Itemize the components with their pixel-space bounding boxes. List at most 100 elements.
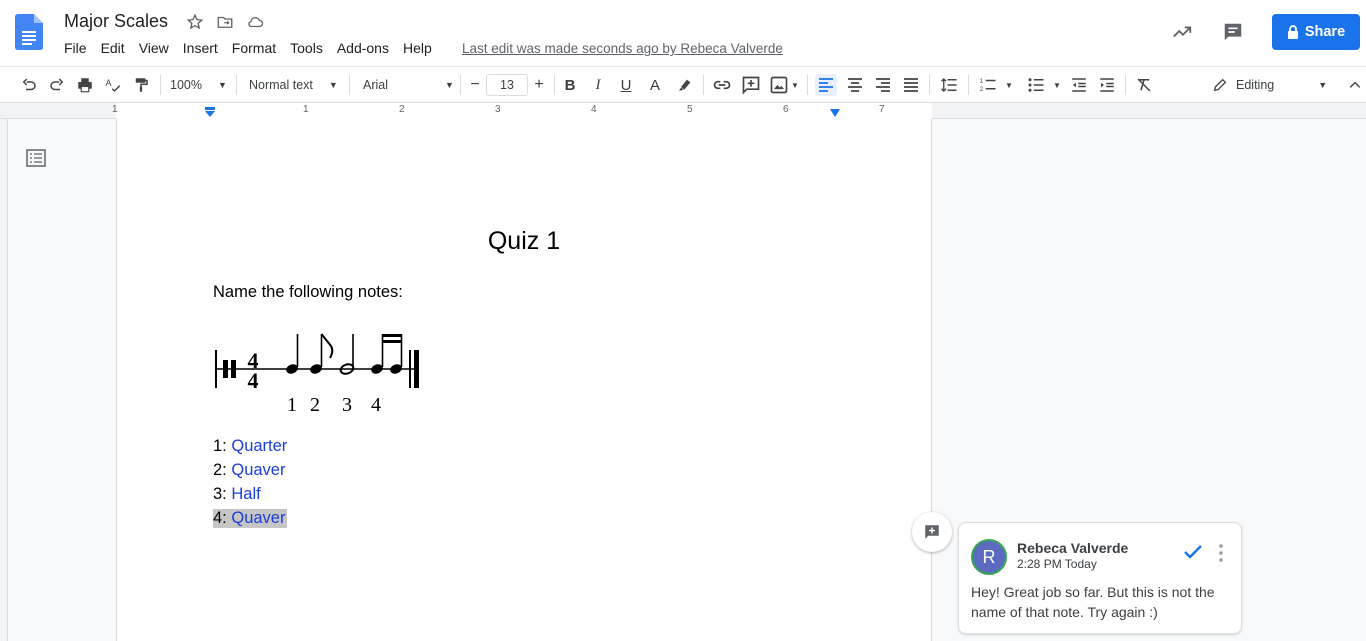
right-indent-marker-icon[interactable]: [829, 109, 841, 117]
title-bar: Major Scales File Edit View Insert Forma…: [0, 0, 1366, 66]
align-center-icon[interactable]: [844, 74, 866, 96]
ruler-label: 7: [879, 104, 885, 115]
docs-logo-icon[interactable]: [15, 14, 43, 50]
menu-tools[interactable]: Tools: [290, 40, 323, 56]
zoom-select[interactable]: 100% ▼: [170, 74, 228, 96]
answer-number: 4:: [213, 509, 227, 527]
share-button[interactable]: Share: [1272, 14, 1360, 50]
numbered-list-icon[interactable]: 1 2 ▼: [976, 74, 1016, 96]
move-folder-icon[interactable]: [215, 12, 235, 32]
answer-line-4-commented[interactable]: 4: Quaver: [213, 509, 288, 528]
chevron-down-icon: ▼: [328, 80, 338, 90]
music-notation-image[interactable]: 4 4 1 2 3 4: [213, 329, 423, 419]
add-comment-icon: [925, 525, 939, 539]
comments-icon[interactable]: [1221, 20, 1245, 44]
zoom-value: 100%: [170, 78, 202, 92]
print-icon[interactable]: [74, 74, 96, 96]
decrease-font-size-button[interactable]: −: [466, 74, 484, 96]
lock-icon: [1287, 25, 1298, 39]
editing-mode-label: Editing: [1236, 78, 1275, 92]
highlight-icon[interactable]: [675, 74, 695, 96]
ruler-label: 5: [687, 104, 693, 115]
resolve-check-icon[interactable]: [1183, 543, 1203, 561]
collapse-toolbar-icon[interactable]: [1346, 74, 1364, 96]
add-comment-icon[interactable]: [740, 74, 762, 96]
answer-text: Half: [231, 485, 261, 503]
page-title: Quiz 1: [487, 227, 561, 255]
menu-insert[interactable]: Insert: [183, 40, 218, 56]
undo-icon[interactable]: [18, 74, 40, 96]
comment-text: Hey! Great job so far. But this is not t…: [971, 584, 1215, 620]
answer-text: Quaver: [231, 461, 286, 479]
underline-icon[interactable]: U: [616, 74, 636, 96]
text-color-icon[interactable]: A: [645, 74, 665, 96]
add-comment-button[interactable]: [912, 512, 952, 552]
font-size-input[interactable]: 13: [486, 74, 528, 96]
clear-formatting-icon[interactable]: [1133, 74, 1155, 96]
answer-line-1[interactable]: 1: Quarter: [213, 437, 287, 456]
answer-line-2[interactable]: 2: Quaver: [213, 461, 285, 480]
paint-format-icon[interactable]: [130, 74, 152, 96]
image-icon[interactable]: ▼: [767, 74, 801, 96]
chevron-down-icon: ▼: [791, 80, 799, 90]
more-options-icon[interactable]: [1217, 543, 1225, 563]
vertical-ruler[interactable]: [0, 119, 8, 641]
answer-number: 2:: [213, 461, 227, 479]
menu-help[interactable]: Help: [403, 40, 432, 56]
ruler-label: 2: [399, 104, 405, 115]
beat-number: 4: [371, 394, 381, 416]
ruler-label: 6: [783, 104, 789, 115]
chevron-down-icon: ▼: [445, 80, 454, 90]
style-value: Normal text: [249, 78, 313, 92]
beat-number: 1: [287, 394, 297, 416]
spellcheck-icon[interactable]: A: [102, 74, 124, 96]
font-select[interactable]: Arial ▼: [363, 74, 455, 96]
last-edit-link[interactable]: Last edit was made seconds ago by Rebeca…: [462, 41, 783, 56]
cloud-status-icon[interactable]: [245, 12, 265, 32]
ruler-label: 3: [495, 104, 501, 115]
share-label: Share: [1304, 24, 1346, 40]
ruler-label: 1: [303, 104, 309, 115]
paragraph-style-select[interactable]: Normal text ▼: [249, 74, 341, 96]
align-left-icon[interactable]: [815, 74, 837, 96]
redo-icon[interactable]: [46, 74, 68, 96]
align-right-icon[interactable]: [872, 74, 894, 96]
menu-format[interactable]: Format: [232, 40, 276, 56]
increase-indent-icon[interactable]: [1096, 74, 1118, 96]
menu-view[interactable]: View: [139, 40, 169, 56]
horizontal-ruler[interactable]: 1 1 2 3 4 5 6 7: [0, 103, 1366, 119]
decrease-indent-icon[interactable]: [1068, 74, 1090, 96]
menu-addons[interactable]: Add-ons: [337, 40, 389, 56]
justify-icon[interactable]: [900, 74, 922, 96]
bold-icon[interactable]: B: [560, 74, 580, 96]
answer-text: Quarter: [231, 437, 288, 455]
chevron-down-icon: ▼: [217, 80, 227, 90]
menu-bar: File Edit View Insert Format Tools Add-o…: [64, 40, 446, 56]
time-signature-bottom: 4: [248, 368, 259, 393]
beat-number: 2: [310, 394, 320, 416]
menu-file[interactable]: File: [64, 40, 87, 56]
line-spacing-icon[interactable]: [938, 74, 960, 96]
font-value: Arial: [363, 78, 389, 92]
activity-trend-icon[interactable]: [1170, 20, 1194, 44]
increase-font-size-button[interactable]: +: [530, 74, 548, 96]
document-page[interactable]: Quiz 1 Name the following notes: 4 4 1 2…: [116, 119, 932, 641]
instructions-text: Name the following notes:: [213, 283, 403, 301]
left-indent-marker-icon[interactable]: [204, 107, 216, 117]
menu-edit[interactable]: Edit: [101, 40, 125, 56]
link-icon[interactable]: [711, 74, 733, 96]
comment-author: Rebeca Valverde: [1017, 540, 1129, 556]
bulleted-list-icon[interactable]: ▼: [1024, 74, 1064, 96]
beat-number: 3: [342, 394, 352, 416]
svg-text:A: A: [106, 78, 112, 88]
answer-line-3[interactable]: 3: Half: [213, 485, 261, 504]
chevron-down-icon: ▼: [1053, 80, 1061, 90]
avatar: R: [971, 539, 1007, 575]
document-outline-icon[interactable]: [26, 149, 46, 167]
italic-icon[interactable]: I: [588, 74, 608, 96]
document-title[interactable]: Major Scales: [64, 11, 168, 32]
comment-card[interactable]: R Rebeca Valverde 2:28 PM Today Hey! Gre…: [958, 522, 1242, 634]
editing-mode-select[interactable]: Editing ▼: [1212, 74, 1334, 96]
comment-timestamp: 2:28 PM Today: [1017, 557, 1097, 571]
star-icon[interactable]: [185, 12, 205, 32]
